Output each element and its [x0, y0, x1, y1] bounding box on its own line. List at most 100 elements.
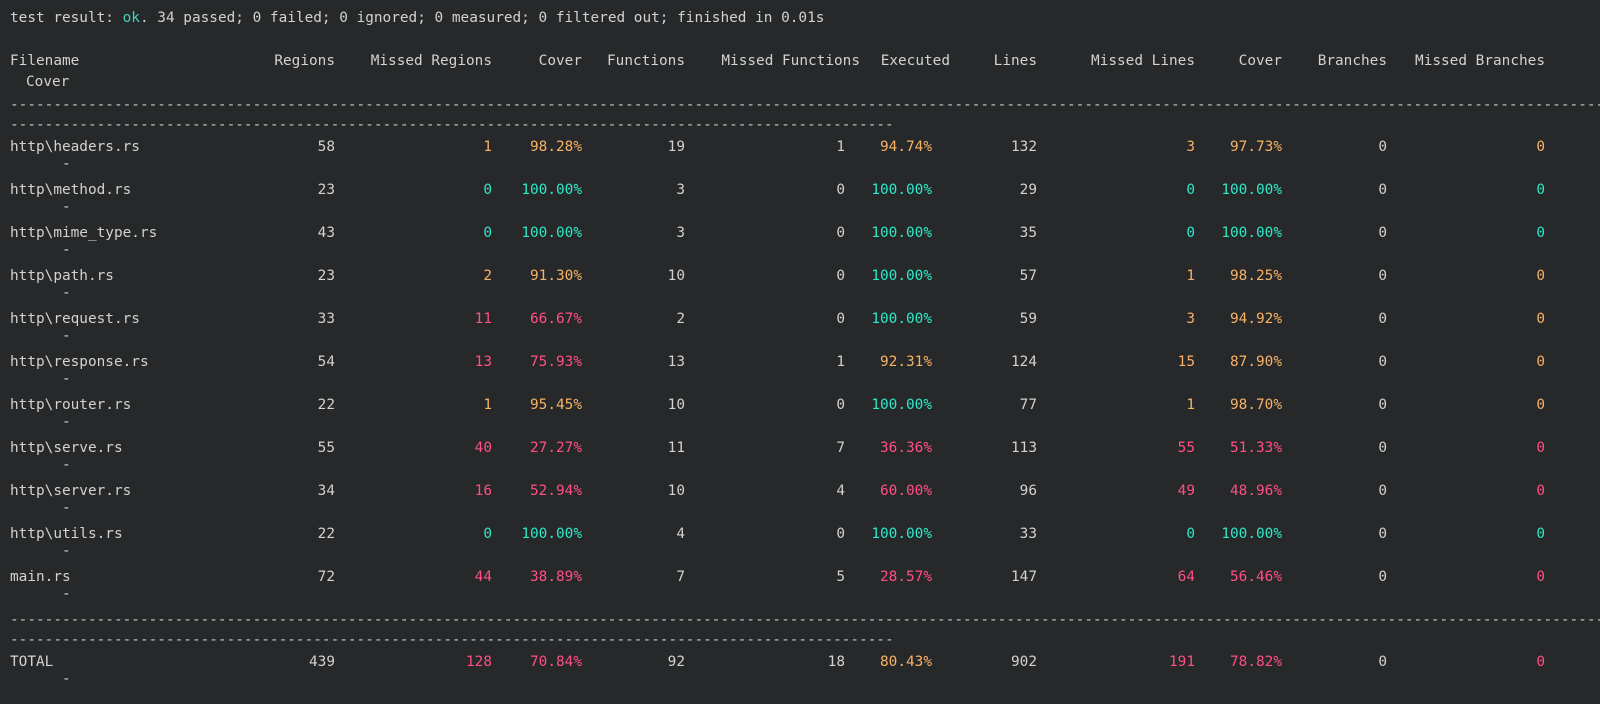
- header-regions: Regions: [274, 53, 335, 69]
- cell-missed-functions: 0: [836, 526, 845, 542]
- cell-regions: 54: [317, 354, 335, 370]
- cell-missed-regions: 44: [474, 569, 492, 585]
- cell-executed: 100.00%: [871, 526, 932, 542]
- cell-missed-branches: 0: [1536, 139, 1545, 155]
- separator-line: ----------------------------------------…: [10, 97, 1600, 113]
- cell-lines: 59: [1019, 311, 1037, 327]
- cell-missed-branches: 0: [1536, 440, 1545, 456]
- cell-missed-lines: 49: [1177, 483, 1195, 499]
- cell-missed-lines: 64: [1177, 569, 1195, 585]
- header-branches: Branches: [1317, 53, 1387, 69]
- cell-missed-regions: 11: [474, 311, 492, 327]
- cell-missed-branches: 0: [1536, 225, 1545, 241]
- cell-functions: 3: [676, 182, 685, 198]
- cell-region-cover: 70.84%: [530, 654, 582, 670]
- cell-missed-branches: 0: [1536, 182, 1545, 198]
- cell-filename: http\headers.rs: [10, 139, 140, 155]
- cell-region-cover: 52.94%: [530, 483, 582, 499]
- cell-line-cover: 100.00%: [1221, 182, 1282, 198]
- cell-line-cover: 78.82%: [1230, 654, 1282, 670]
- test-result-line: test result: ok. 34 passed; 0 failed; 0 …: [10, 8, 824, 28]
- cell-branch-cover: -: [62, 543, 71, 559]
- header-region-cover: Cover: [538, 53, 582, 69]
- cell-region-cover: 100.00%: [521, 225, 582, 241]
- header-lines: Lines: [993, 53, 1037, 69]
- cell-missed-regions: 0: [483, 526, 492, 542]
- cell-lines: 124: [1011, 354, 1037, 370]
- cell-regions: 55: [317, 440, 335, 456]
- cell-missed-regions: 13: [474, 354, 492, 370]
- cell-lines: 77: [1019, 397, 1037, 413]
- header-missed-branches: Missed Branches: [1415, 53, 1545, 69]
- cell-executed: 100.00%: [871, 225, 932, 241]
- cell-executed: 100.00%: [871, 268, 932, 284]
- cell-branch-cover: -: [62, 414, 71, 430]
- cell-executed: 100.00%: [871, 182, 932, 198]
- cell-branch-cover: -: [62, 671, 71, 687]
- cell-missed-lines: 55: [1177, 440, 1195, 456]
- cell-regions: 23: [317, 182, 335, 198]
- cell-missed-branches: 0: [1536, 397, 1545, 413]
- cell-line-cover: 56.46%: [1230, 569, 1282, 585]
- cell-executed: 100.00%: [871, 311, 932, 327]
- test-result-prefix: test result:: [10, 10, 123, 26]
- cell-branches: 0: [1378, 526, 1387, 542]
- cell-branches: 0: [1378, 311, 1387, 327]
- cell-functions: 4: [676, 526, 685, 542]
- cell-regions: 23: [317, 268, 335, 284]
- cell-functions: 19: [667, 139, 685, 155]
- cell-lines: 902: [1011, 654, 1037, 670]
- cell-branch-cover: -: [62, 457, 71, 473]
- cell-lines: 57: [1019, 268, 1037, 284]
- cell-missed-functions: 5: [836, 569, 845, 585]
- terminal-output[interactable]: test result: ok. 34 passed; 0 failed; 0 …: [0, 0, 1600, 704]
- cell-missed-functions: 1: [836, 139, 845, 155]
- cell-regions: 22: [317, 397, 335, 413]
- cell-executed: 94.74%: [880, 139, 932, 155]
- cell-branches: 0: [1378, 654, 1387, 670]
- cell-missed-functions: 0: [836, 311, 845, 327]
- cell-region-cover: 75.93%: [530, 354, 582, 370]
- cell-filename: http\mime_type.rs: [10, 225, 158, 241]
- cell-regions: 72: [317, 569, 335, 585]
- cell-lines: 113: [1011, 440, 1037, 456]
- cell-missed-functions: 7: [836, 440, 845, 456]
- cell-lines: 132: [1011, 139, 1037, 155]
- cell-functions: 11: [667, 440, 685, 456]
- cell-branches: 0: [1378, 354, 1387, 370]
- cell-functions: 92: [667, 654, 685, 670]
- cell-line-cover: 97.73%: [1230, 139, 1282, 155]
- cell-missed-functions: 18: [827, 654, 845, 670]
- cell-branches: 0: [1378, 268, 1387, 284]
- cell-lines: 29: [1019, 182, 1037, 198]
- cell-missed-branches: 0: [1536, 654, 1545, 670]
- cell-regions: 34: [317, 483, 335, 499]
- cell-line-cover: 100.00%: [1221, 526, 1282, 542]
- separator-line: ----------------------------------------…: [10, 632, 895, 648]
- cell-region-cover: 98.28%: [530, 139, 582, 155]
- cell-missed-lines: 3: [1186, 139, 1195, 155]
- cell-functions: 7: [676, 569, 685, 585]
- cell-branches: 0: [1378, 440, 1387, 456]
- cell-missed-branches: 0: [1536, 268, 1545, 284]
- cell-missed-functions: 0: [836, 268, 845, 284]
- cell-branches: 0: [1378, 139, 1387, 155]
- cell-branches: 0: [1378, 182, 1387, 198]
- cell-branch-cover: -: [62, 371, 71, 387]
- cell-executed: 36.36%: [880, 440, 932, 456]
- cell-branch-cover: -: [62, 328, 71, 344]
- cell-branch-cover: -: [62, 199, 71, 215]
- cell-missed-functions: 1: [836, 354, 845, 370]
- cell-missed-regions: 1: [483, 139, 492, 155]
- header-line-cover: Cover: [1238, 53, 1282, 69]
- header-executed: Executed: [880, 53, 950, 69]
- cell-missed-regions: 0: [483, 182, 492, 198]
- cell-missed-branches: 0: [1536, 526, 1545, 542]
- cell-line-cover: 98.70%: [1230, 397, 1282, 413]
- cell-missed-lines: 15: [1177, 354, 1195, 370]
- cell-missed-lines: 191: [1169, 654, 1195, 670]
- cell-missed-branches: 0: [1536, 569, 1545, 585]
- cell-line-cover: 94.92%: [1230, 311, 1282, 327]
- cell-executed: 80.43%: [880, 654, 932, 670]
- cell-missed-branches: 0: [1536, 483, 1545, 499]
